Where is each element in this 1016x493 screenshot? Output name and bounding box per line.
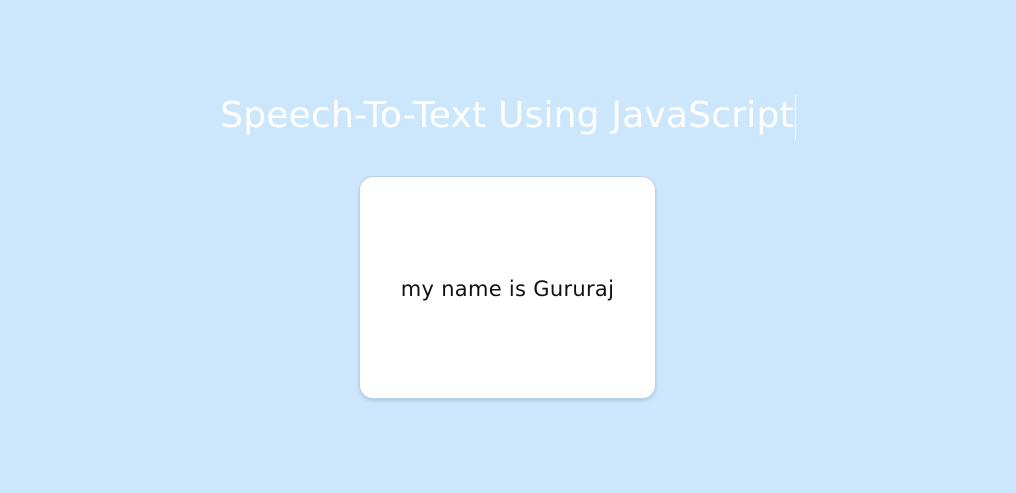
page-title: Speech-To-Text Using JavaScript (220, 92, 796, 140)
text-cursor (794, 95, 796, 139)
header: Speech-To-Text Using JavaScript (0, 92, 1016, 140)
page-title-text: Speech-To-Text Using JavaScript (220, 95, 794, 136)
transcript-text: my name is Gururaj (400, 276, 615, 301)
transcript-card[interactable]: my name is Gururaj (359, 176, 656, 399)
page: Speech-To-Text Using JavaScript my name … (0, 0, 1016, 493)
